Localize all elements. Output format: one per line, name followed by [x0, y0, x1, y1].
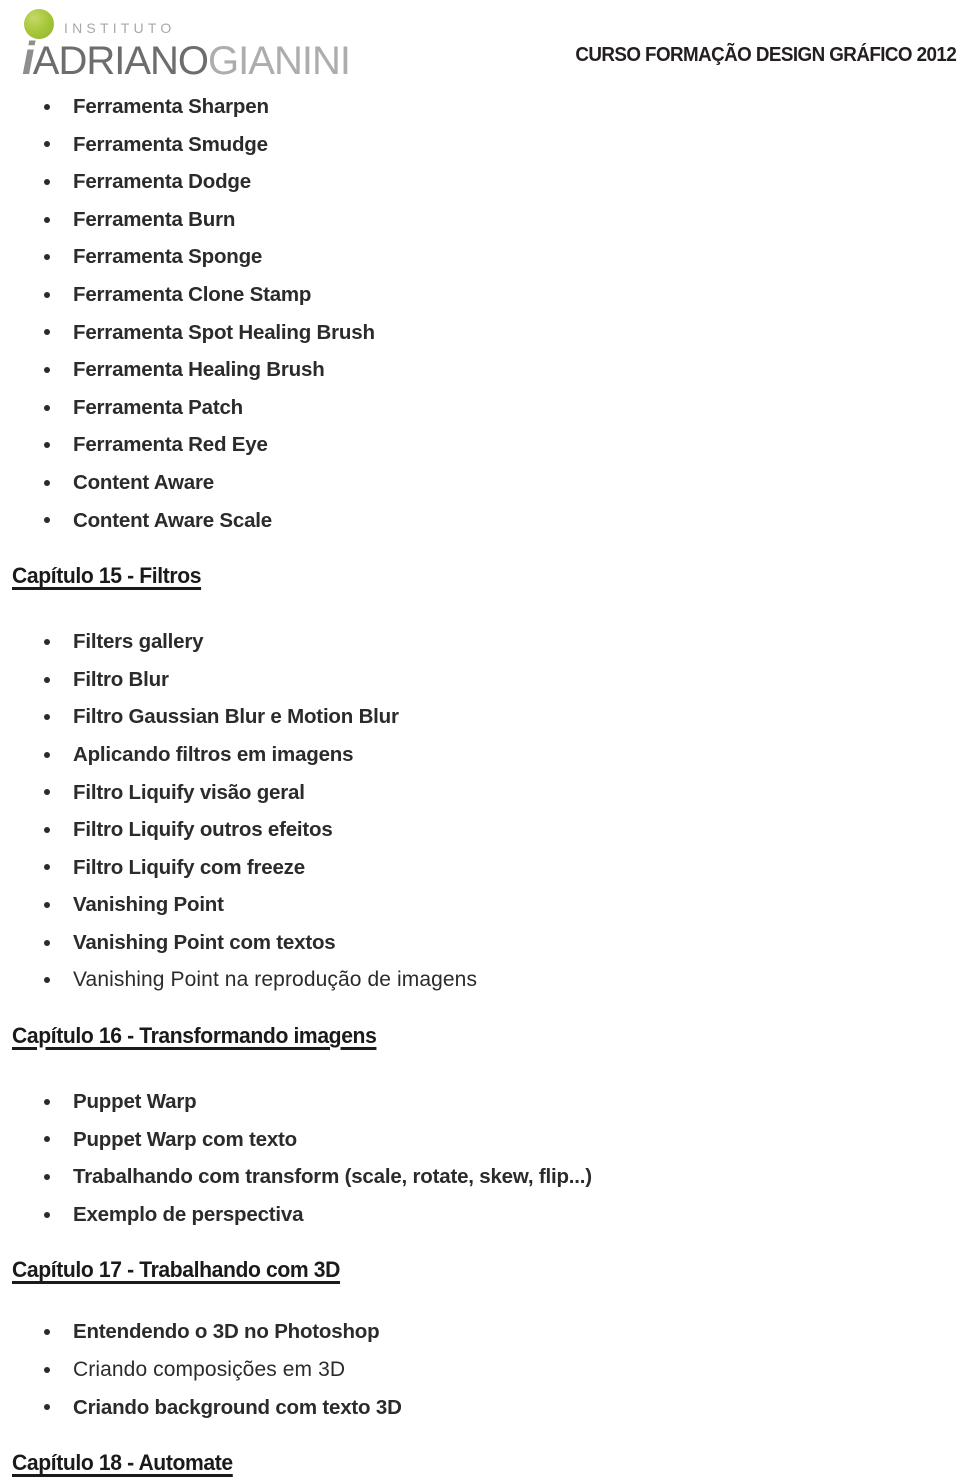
- institute-logo: INSTITUTO iADRIANOGIANINI: [12, 6, 351, 84]
- page-header: INSTITUTO iADRIANOGIANINI CURSO FORMAÇÃO…: [0, 0, 960, 88]
- list-item: Criando background com texto 3D: [0, 1389, 960, 1427]
- bullet-list-capitulo-15: Filters gallery Filtro Blur Filtro Gauss…: [0, 623, 960, 999]
- list-item: Ferramenta Clone Stamp: [0, 276, 960, 314]
- list-item: Content Aware: [0, 464, 960, 502]
- list-item: Ferramenta Smudge: [0, 126, 960, 164]
- chapter-heading: Capítulo 18 - Automate: [12, 1450, 233, 1476]
- logo-instituto-label: INSTITUTO: [64, 20, 176, 36]
- chapter-heading-row-17: Capítulo 17 - Trabalhando com 3D: [0, 1257, 960, 1283]
- logo-name-secondary: GIANINI: [208, 39, 351, 83]
- list-item: Exemplo de perspectiva: [0, 1196, 960, 1234]
- logo-wordmark: iADRIANOGIANINI: [22, 35, 351, 83]
- chapter-heading-row-18: Capítulo 18 - Automate: [0, 1450, 960, 1476]
- list-item: Filtro Blur: [0, 661, 960, 699]
- list-item: Entendendo o 3D no Photoshop: [0, 1313, 960, 1351]
- chapter-heading-row-16: Capítulo 16 - Transformando imagens: [0, 1023, 960, 1049]
- list-item: Content Aware Scale: [0, 502, 960, 540]
- list-item: Filtro Liquify visão geral: [0, 774, 960, 812]
- bullet-list-tools: Ferramenta Sharpen Ferramenta Smudge Fer…: [0, 88, 960, 539]
- list-item: Ferramenta Dodge: [0, 163, 960, 201]
- list-item: Filtro Liquify outros efeitos: [0, 811, 960, 849]
- chapter-heading: Capítulo 17 - Trabalhando com 3D: [12, 1257, 341, 1283]
- chapter-heading: Capítulo 15 - Filtros: [12, 563, 202, 589]
- list-item: Filters gallery: [0, 623, 960, 661]
- list-item: Vanishing Point na reprodução de imagens: [0, 961, 960, 999]
- list-item: Ferramenta Spot Healing Brush: [0, 314, 960, 352]
- list-item: Trabalhando com transform (scale, rotate…: [0, 1158, 960, 1196]
- list-item: Filtro Gaussian Blur e Motion Blur: [0, 698, 960, 736]
- course-title: CURSO FORMAÇÃO DESIGN GRÁFICO 2012: [575, 44, 956, 66]
- list-item: Ferramenta Sharpen: [0, 88, 960, 126]
- bullet-list-capitulo-17: Entendendo o 3D no Photoshop Criando com…: [0, 1313, 960, 1426]
- list-item: Filtro Liquify com freeze: [0, 849, 960, 887]
- document-content: Ferramenta Sharpen Ferramenta Smudge Fer…: [0, 88, 960, 1476]
- list-item: Vanishing Point: [0, 886, 960, 924]
- logo-lead-letter: i: [22, 32, 35, 84]
- bullet-list-capitulo-16: Puppet Warp Puppet Warp com texto Trabal…: [0, 1083, 960, 1233]
- list-item: Ferramenta Burn: [0, 201, 960, 239]
- list-item: Ferramenta Sponge: [0, 238, 960, 276]
- logo-name-primary: ADRIANO: [32, 39, 209, 83]
- list-item: Ferramenta Patch: [0, 389, 960, 427]
- list-item: Aplicando filtros em imagens: [0, 736, 960, 774]
- list-item: Ferramenta Healing Brush: [0, 351, 960, 389]
- chapter-heading: Capítulo 16 - Transformando imagens: [12, 1023, 377, 1049]
- list-item: Puppet Warp com texto: [0, 1121, 960, 1159]
- list-item: Ferramenta Red Eye: [0, 426, 960, 464]
- list-item: Puppet Warp: [0, 1083, 960, 1121]
- list-item: Criando composições em 3D: [0, 1351, 960, 1389]
- chapter-heading-row-15: Capítulo 15 - Filtros: [0, 563, 960, 589]
- list-item: Vanishing Point com textos: [0, 924, 960, 962]
